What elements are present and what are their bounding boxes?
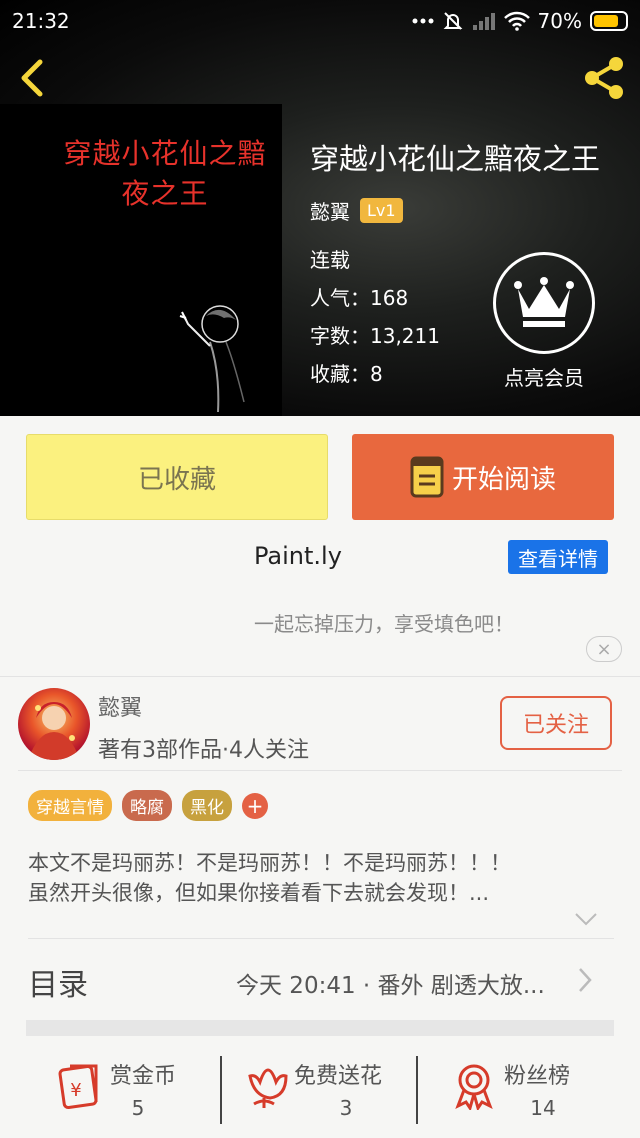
coin-envelope-icon: ¥	[58, 1064, 98, 1110]
divider	[416, 1056, 418, 1124]
book-header: 21:32 70% 穿越小花仙之黯夜之王 穿越小花仙之黯夜之王 懿翼 Lv1 连…	[0, 0, 640, 416]
author-row: 懿翼 Lv1	[310, 196, 403, 225]
crown-badge	[493, 252, 595, 354]
add-tag-button[interactable]: +	[242, 792, 268, 819]
start-reading-label: 开始阅读	[451, 464, 556, 495]
favorites-count: 收藏：8	[310, 362, 383, 386]
book-cover[interactable]: 穿越小花仙之黯夜之王	[0, 104, 282, 416]
start-reading-button[interactable]: 开始阅读	[352, 434, 614, 520]
crown-icon	[514, 277, 574, 327]
description-line: 本文不是玛丽苏！不是玛丽苏！！不是玛丽苏！！！	[28, 851, 511, 875]
signal-icon	[472, 13, 495, 30]
mute-bell-icon	[443, 12, 462, 30]
send-flower-button[interactable]: 免费送花 3	[240, 1056, 410, 1126]
expand-chevron-down-icon[interactable]	[574, 912, 598, 926]
share-icon	[585, 57, 623, 99]
description-line: 虽然开头很像，但如果你接着看下去就会发现！...	[28, 881, 490, 905]
divider	[0, 676, 640, 677]
book-title: 穿越小花仙之黯夜之王	[310, 142, 601, 176]
ad-detail-button[interactable]: 查看详情	[508, 540, 608, 574]
toc-label[interactable]: 目录	[28, 960, 88, 1004]
level-badge: Lv1	[360, 198, 403, 223]
serial-status: 连载	[310, 248, 350, 272]
book-description[interactable]: 本文不是玛丽苏！不是玛丽苏！！不是玛丽苏！！！ 虽然开头很像，但如果你接着看下去…	[28, 848, 588, 908]
cover-figure-illustration	[179, 305, 245, 413]
ad-close-button[interactable]: ×	[586, 636, 622, 662]
ad-slogan: 一起忘掉压力，享受填色吧！	[254, 612, 514, 636]
latest-chapter[interactable]: 今天 20:41 · 番外 剧透大放...	[236, 966, 545, 1000]
wifi-icon	[503, 11, 530, 31]
follow-button[interactable]: 已关注	[500, 696, 612, 750]
send-flower-count: 3	[339, 1096, 353, 1120]
fan-ranking-label: 粉丝榜	[504, 1064, 571, 1089]
fan-ranking-count: 14	[530, 1096, 556, 1120]
tag[interactable]: 略腐	[122, 790, 172, 821]
status-icons: 70%	[412, 9, 628, 33]
collected-label: 已收藏	[137, 464, 216, 495]
reward-coin-count: 5	[131, 1096, 145, 1120]
collected-button[interactable]: 已收藏	[26, 434, 328, 520]
share-button[interactable]	[578, 52, 630, 104]
tag-list: 穿越言情 略腐 黑化 +	[28, 790, 268, 821]
more-dots-icon	[412, 18, 434, 24]
battery-icon	[590, 11, 628, 31]
tag[interactable]: 黑化	[182, 790, 232, 821]
back-button[interactable]	[14, 56, 54, 100]
chevron-left-icon	[21, 59, 43, 97]
book-icon	[410, 456, 444, 498]
author-name[interactable]: 懿翼	[310, 196, 350, 225]
status-bar: 21:32 70%	[0, 0, 640, 44]
popularity: 人气：168	[310, 286, 409, 310]
ad-app-name[interactable]: Paint.ly	[254, 542, 342, 570]
status-time: 21:32	[12, 9, 70, 33]
flower-icon	[248, 1068, 288, 1108]
divider	[28, 938, 614, 939]
author-avatar[interactable]	[18, 688, 90, 760]
ribbon-medal-icon	[455, 1064, 493, 1110]
chevron-right-icon[interactable]	[576, 966, 594, 994]
reward-coin-button[interactable]: ¥ 赏金币 5	[56, 1056, 206, 1126]
author-card-name[interactable]: 懿翼	[98, 690, 142, 722]
section-separator	[26, 1020, 614, 1036]
svg-text:¥: ¥	[70, 1080, 81, 1101]
reward-coin-label: 赏金币	[110, 1064, 177, 1089]
vip-label: 点亮会员	[504, 366, 584, 390]
cover-title: 穿越小花仙之黯夜之王	[63, 137, 267, 210]
send-flower-label: 免费送花	[294, 1064, 383, 1089]
divider	[220, 1056, 222, 1124]
fan-ranking-button[interactable]: 粉丝榜 14	[450, 1056, 590, 1126]
vip-button[interactable]: 点亮会员	[492, 252, 596, 392]
word-count: 字数：13,211	[310, 324, 440, 348]
tag[interactable]: 穿越言情	[28, 790, 112, 821]
author-card-info: 著有3部作品·4人关注	[98, 738, 309, 763]
avatar-illustration	[28, 702, 80, 760]
divider	[18, 770, 622, 771]
battery-percent: 70%	[537, 9, 582, 33]
